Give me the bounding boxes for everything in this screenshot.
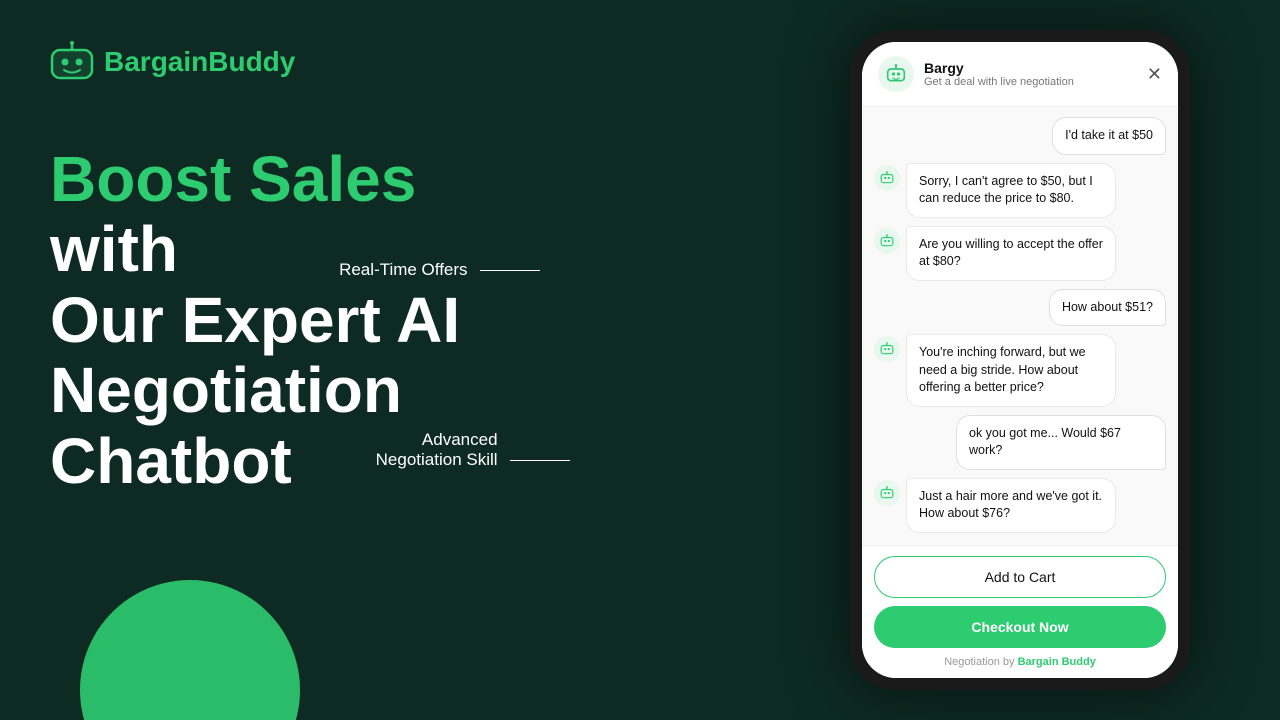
chat-header-left: Bargy Get a deal with live negotiation [878, 56, 1074, 92]
negotiation-footer: Negotiation by Bargain Buddy [874, 656, 1166, 668]
headline-line1: Boost Sales [50, 143, 416, 215]
message-row: Just a hair more and we've got it. How a… [874, 478, 1166, 533]
chat-header: Bargy Get a deal with live negotiation ✕ [862, 42, 1178, 107]
close-button[interactable]: ✕ [1147, 65, 1162, 83]
right-section: Bargy Get a deal with live negotiation ✕… [780, 0, 1280, 720]
bot-message-bubble: Just a hair more and we've got it. How a… [906, 478, 1116, 533]
user-message-bubble: I'd take it at $50 [1052, 117, 1166, 155]
headline-line4: Negotiation [50, 355, 730, 425]
bot-message-avatar [874, 165, 900, 191]
chat-messages: I'd take it at $50 Sorry, I can't agree … [862, 107, 1178, 545]
annotation-real-time: Real-Time Offers [339, 260, 540, 280]
message-row: I'd take it at $50 [874, 117, 1166, 155]
footer-brand-link[interactable]: Bargain Buddy [1018, 656, 1096, 668]
logo-icon [50, 40, 94, 84]
logo-text: BargainBuddy [104, 46, 295, 78]
bot-subtitle: Get a deal with live negotiation [924, 76, 1074, 88]
logo-area: BargainBuddy [50, 40, 730, 84]
chat-footer: Add to Cart Checkout Now Negotiation by … [862, 545, 1178, 678]
decorative-circle [80, 580, 300, 720]
user-message-bubble: ok you got me... Would $67 work? [956, 415, 1166, 470]
left-section: BargainBuddy Boost Sales with Our Expert… [0, 0, 780, 720]
message-row: You're inching forward, but we need a bi… [874, 334, 1166, 407]
add-to-cart-button[interactable]: Add to Cart [874, 556, 1166, 598]
annotation-advanced: Advanced Negotiation Skill [376, 430, 570, 470]
bot-message-avatar [874, 336, 900, 362]
checkout-button[interactable]: Checkout Now [874, 606, 1166, 648]
message-row: Sorry, I can't agree to $50, but I can r… [874, 163, 1166, 218]
headline-line3: Our Expert AI [50, 285, 730, 355]
bot-message-bubble: Are you willing to accept the offer at $… [906, 226, 1116, 281]
message-row: How about $51? [874, 289, 1166, 327]
bot-message-avatar [874, 480, 900, 506]
bot-message-avatar [874, 228, 900, 254]
phone-frame: Bargy Get a deal with live negotiation ✕… [850, 30, 1190, 690]
bot-name: Bargy [924, 60, 1074, 76]
user-message-bubble: How about $51? [1049, 289, 1166, 327]
message-row: Are you willing to accept the offer at $… [874, 226, 1166, 281]
phone-screen: Bargy Get a deal with live negotiation ✕… [862, 42, 1178, 678]
message-row: ok you got me... Would $67 work? [874, 415, 1166, 470]
bot-message-bubble: Sorry, I can't agree to $50, but I can r… [906, 163, 1116, 218]
chat-header-info: Bargy Get a deal with live negotiation [924, 60, 1074, 88]
bot-message-bubble: You're inching forward, but we need a bi… [906, 334, 1116, 407]
bot-avatar [878, 56, 914, 92]
